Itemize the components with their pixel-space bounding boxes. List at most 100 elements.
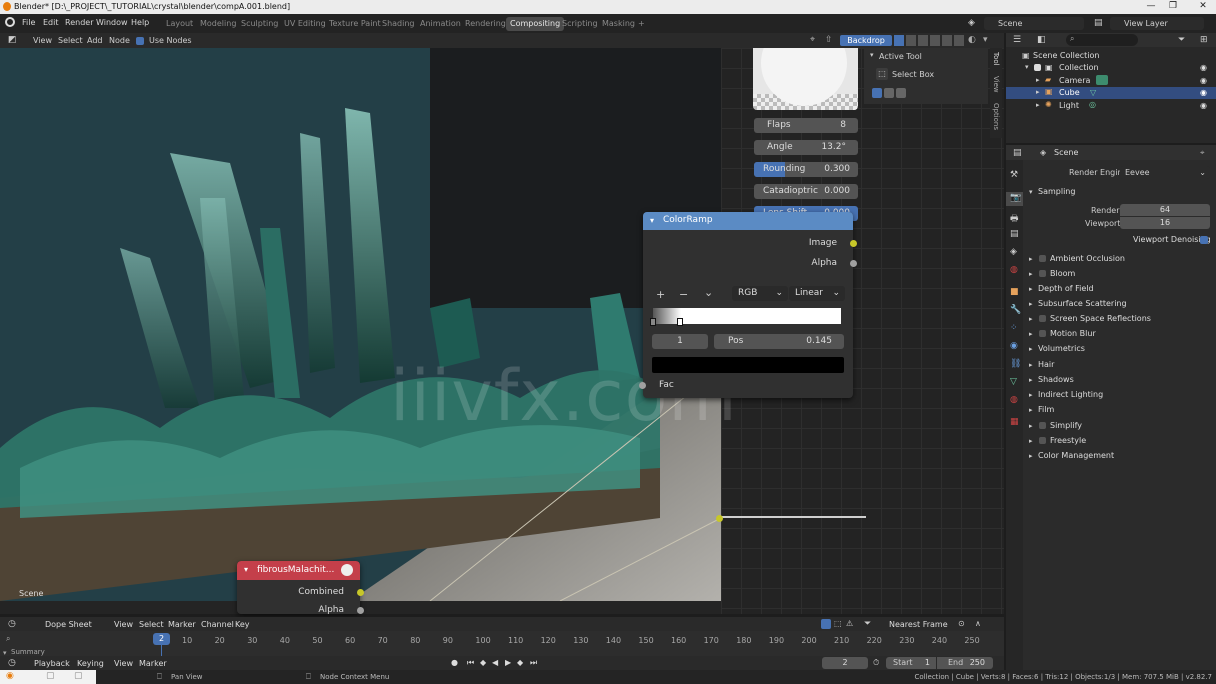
expand-icon[interactable]: ▸ <box>1036 88 1040 96</box>
keying-menu[interactable]: Keying <box>77 659 104 668</box>
expand-icon[interactable]: ▸ <box>1029 270 1033 278</box>
panel-depth-of-field[interactable]: Depth of Field <box>1038 284 1094 293</box>
visibility-eye-icon[interactable]: ◉ <box>1200 88 1207 97</box>
output-combined-socket[interactable] <box>357 589 364 596</box>
scene-selector[interactable]: Scene <box>984 17 1084 30</box>
tab-tool[interactable]: Tool <box>992 52 1000 66</box>
dope-menu-view[interactable]: View <box>114 620 133 629</box>
catadioptric-field[interactable]: Catadioptric 0.000 <box>754 184 858 199</box>
colorramp-header[interactable]: ▾ ColorRamp <box>643 212 853 230</box>
node-preview-icon[interactable] <box>341 564 353 576</box>
rounding-slider[interactable]: Rounding 0.300 <box>754 162 858 177</box>
expand-icon[interactable]: ▸ <box>1029 315 1033 323</box>
sampling-panel[interactable]: Sampling <box>1038 187 1075 196</box>
tab-texture-paint[interactable]: Texture Paint <box>325 17 385 31</box>
add-stop-button[interactable]: + <box>656 288 665 301</box>
reroute-socket[interactable] <box>716 515 723 522</box>
node-menu-add[interactable]: Add <box>87 36 103 45</box>
panel-motion-blur[interactable]: Motion Blur <box>1050 329 1096 338</box>
object-tab-icon[interactable]: ■ <box>1010 287 1019 297</box>
maximize-icon[interactable]: ❐ <box>1166 1 1180 13</box>
stop-position-field[interactable]: Pos 0.145 <box>714 334 844 349</box>
data-tab-icon[interactable]: ▽ <box>1010 377 1017 387</box>
view-layer-tab-icon[interactable]: ▤ <box>1010 229 1019 239</box>
panel-subsurface-scattering[interactable]: Subsurface Scattering <box>1038 299 1127 308</box>
current-frame-indicator[interactable]: 2 <box>153 633 170 645</box>
dope-menu-key[interactable]: Key <box>235 620 250 629</box>
physics-tab-icon[interactable]: ◉ <box>1010 341 1018 351</box>
backdrop-channel-g-icon[interactable] <box>942 35 952 46</box>
dope-menu-select[interactable]: Select <box>139 620 164 629</box>
editor-type-icon[interactable]: ◩ <box>8 35 17 45</box>
outliner-item-cube[interactable]: Cube <box>1059 88 1080 97</box>
tab-view[interactable]: View <box>992 76 1000 93</box>
panel-collapse-icon[interactable]: ▾ <box>870 51 874 59</box>
color-mode-dropdown[interactable]: RGB ⌄ <box>732 286 788 301</box>
play-reverse-icon[interactable]: ◀ <box>492 658 498 667</box>
node-collapse-icon[interactable]: ▾ <box>244 565 248 574</box>
panel-screen-space-reflections[interactable]: Screen Space Reflections <box>1050 314 1151 323</box>
menu-render[interactable]: Render <box>65 18 93 27</box>
remove-stop-button[interactable]: − <box>679 288 688 301</box>
ssr-checkbox[interactable] <box>1039 315 1046 322</box>
scene-icon[interactable]: ◈ <box>968 18 975 28</box>
viewport-samples-field[interactable]: 16 <box>1120 217 1210 229</box>
menu-file[interactable]: File <box>22 18 35 27</box>
expand-icon[interactable]: ▸ <box>1029 452 1033 460</box>
curve-icon[interactable]: ∧ <box>975 619 981 628</box>
tab-rendering[interactable]: Rendering <box>461 17 510 31</box>
expand-icon[interactable]: ▸ <box>1029 285 1033 293</box>
dope-menu-channel[interactable]: Channel <box>201 620 234 629</box>
proportional-icon[interactable]: ⊙ <box>958 619 965 628</box>
texture-tab-icon[interactable]: ▦ <box>1010 417 1019 427</box>
camera-data-icon[interactable] <box>1096 75 1108 85</box>
play-icon[interactable]: ▶ <box>505 658 511 667</box>
show-hidden-icon[interactable]: ⬚ <box>834 619 842 628</box>
output-alpha-socket[interactable] <box>850 260 857 267</box>
select-mode-subtract-icon[interactable] <box>896 88 906 98</box>
tab-uv-editing[interactable]: UV Editing <box>280 17 330 31</box>
menu-window[interactable]: Window <box>96 18 128 27</box>
backdrop-channel-b-icon[interactable] <box>954 35 964 46</box>
start-frame-field[interactable]: Start 1 <box>886 657 936 669</box>
world-tab-icon[interactable]: ◍ <box>1010 265 1018 275</box>
output-tab-icon[interactable]: 🖶 <box>1010 211 1019 227</box>
only-errors-icon[interactable]: ⚠ <box>846 619 853 628</box>
panel-freestyle[interactable]: Freestyle <box>1050 436 1086 445</box>
expand-icon[interactable]: ▾ <box>1025 63 1029 71</box>
timeline-marker-menu[interactable]: Marker <box>139 659 167 668</box>
expand-icon[interactable]: ▸ <box>1029 361 1033 369</box>
menu-edit[interactable]: Edit <box>43 18 59 27</box>
window-taskbar-icon-2[interactable]: ▢ <box>74 671 83 681</box>
expand-icon[interactable]: ▸ <box>1029 437 1033 445</box>
use-nodes-checkbox[interactable] <box>136 37 144 45</box>
select-mode-new-icon[interactable] <box>872 88 882 98</box>
visibility-eye-icon[interactable]: ◉ <box>1200 63 1207 72</box>
node-menu-view[interactable]: View <box>33 36 52 45</box>
backdrop-channel-rgba-icon[interactable] <box>894 35 904 46</box>
expand-icon[interactable]: ▸ <box>1029 391 1033 399</box>
snap-mode-dropdown[interactable]: Nearest Frame <box>889 620 948 629</box>
angle-field[interactable]: Angle 13.2° <box>754 140 858 155</box>
panel-ambient-occlusion[interactable]: Ambient Occlusion <box>1050 254 1125 263</box>
timeline-editor-icon[interactable]: ◷ <box>8 658 16 668</box>
timeline-area[interactable] <box>0 631 1004 656</box>
outliner-scene-collection[interactable]: Scene Collection <box>1033 51 1100 60</box>
render-tab-icon[interactable]: 📷 <box>1010 193 1021 203</box>
expand-icon[interactable]: ▸ <box>1029 422 1033 430</box>
particles-tab-icon[interactable]: ⁘ <box>1010 323 1018 333</box>
input-fac-socket[interactable] <box>639 382 646 389</box>
outliner-item-collection[interactable]: Collection <box>1059 63 1099 72</box>
panel-indirect-lighting[interactable]: Indirect Lighting <box>1038 390 1103 399</box>
panel-volumetrics[interactable]: Volumetrics <box>1038 344 1085 353</box>
tab-scripting[interactable]: Scripting <box>558 17 602 31</box>
stop-index-field[interactable]: 1 <box>652 334 708 349</box>
tab-layout[interactable]: Layout <box>162 17 197 31</box>
visibility-eye-icon[interactable]: ◉ <box>1200 101 1207 110</box>
blender-taskbar-icon[interactable]: ◉ <box>6 671 14 681</box>
outliner-item-light[interactable]: Light <box>1059 101 1079 110</box>
material-tab-icon[interactable]: ◍ <box>1010 395 1018 405</box>
ramp-specials-button[interactable]: ⌄ <box>704 286 713 299</box>
colorramp-node[interactable]: ▾ ColorRamp Image Alpha + − ⌄ RGB ⌄ Line… <box>643 212 853 398</box>
interpolation-dropdown[interactable]: Linear ⌄ <box>789 286 845 301</box>
